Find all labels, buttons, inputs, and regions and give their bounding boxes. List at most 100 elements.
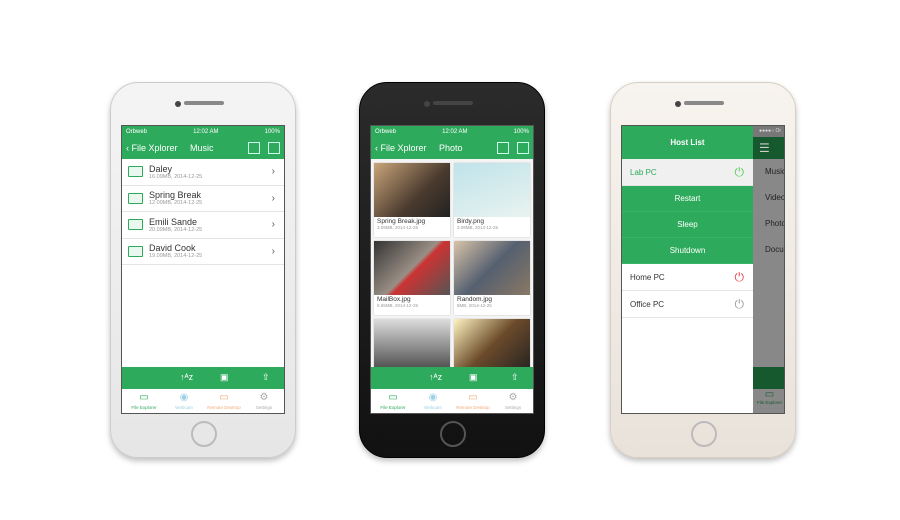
upload-icon[interactable]: ⇧ <box>511 372 519 383</box>
photo-tile[interactable]: Birdy.png 3.09MB, 2014-12-25 <box>454 163 530 237</box>
chevron-right-icon: › <box>271 245 275 257</box>
list-item[interactable]: Spring Break 12.09MB, 2014-12-25 › <box>122 186 284 212</box>
time: 12:02 AM <box>442 128 468 135</box>
phone-gold: ●●●●○ Or ☰ MusicVideoPhotoDocum ▭File Ex… <box>610 82 796 458</box>
screen-host-list: ●●●●○ Or ☰ MusicVideoPhotoDocum ▭File Ex… <box>621 125 785 414</box>
photo-meta: 3.09MB, 2014-12-25 <box>457 225 499 230</box>
back-button[interactable]: ‹ File Xplorer <box>126 143 178 153</box>
tab-label: File Explorer <box>756 400 783 405</box>
camera <box>675 101 681 107</box>
speaker <box>684 101 724 105</box>
tab-label: File Explorer <box>380 405 406 410</box>
grid-view-icon[interactable] <box>248 142 260 154</box>
photo-tile[interactable]: Spring Break.jpg 3.09MB, 2014-12-25 <box>374 163 450 237</box>
list-item[interactable]: Emili Sande 20.09MB, 2014-12-25 › <box>122 212 284 239</box>
shutdown-button[interactable]: Shutdown <box>622 238 753 264</box>
monitor-icon: ▭ <box>219 392 229 403</box>
page-title: Photo <box>439 143 463 153</box>
tab-webcam[interactable]: ◉ Webcam <box>164 392 204 410</box>
back-button[interactable]: ‹ File Xplorer <box>375 143 427 153</box>
photo-name: Spring Break.jpg <box>377 218 426 225</box>
tab-file-explorer[interactable]: ▭ File Explorer <box>373 392 413 410</box>
tab-remote-desktop[interactable]: ▭ Remote Desktop <box>204 392 244 410</box>
home-button[interactable] <box>691 421 717 447</box>
tab-label: Settings <box>504 405 522 410</box>
tab-bar: ▭ File Explorer ◉ Webcam ▭ Remote Desktop ⚙ Set… <box>122 389 284 413</box>
photo-meta: 3.09MB, 2014-12-25 <box>377 225 419 230</box>
tab-settings[interactable]: ⚙ Settings <box>244 392 284 410</box>
battery: 100% <box>513 128 529 135</box>
screen-photo: Orbweb 12:02 AM 100% ‹ File Xplorer Photo … <box>370 125 534 414</box>
power-icon[interactable]: ⏻ <box>735 165 745 180</box>
status-bar: Orbweb 12:02 AM 100% <box>371 126 533 137</box>
home-button[interactable] <box>440 421 466 447</box>
restart-button[interactable]: Restart <box>622 186 753 212</box>
chevron-right-icon: › <box>271 192 275 204</box>
status-bar: Orbweb 12:02 AM 100% <box>122 126 284 137</box>
photo-name: MailBox.jpg <box>377 296 411 303</box>
new-folder-icon[interactable]: ▣ <box>469 372 478 383</box>
item-meta: 19.09MB, 2014-12-25 <box>149 253 203 260</box>
folder-icon: ▭ <box>388 392 398 403</box>
upload-icon[interactable]: ⇧ <box>262 372 270 383</box>
speaker <box>433 101 473 105</box>
photo-thumbnail <box>454 319 530 373</box>
camera <box>175 101 181 107</box>
list-item[interactable]: David Cook 19.09MB, 2014-12-25 › <box>122 239 284 265</box>
photo-thumbnail <box>374 163 450 217</box>
chevron-right-icon: › <box>271 219 275 231</box>
photo-thumbnail <box>454 241 530 295</box>
photo-meta: 5.65MB, 2014-12-25 <box>377 303 419 308</box>
tab-webcam[interactable]: ◉ Webcam <box>413 392 453 410</box>
tab-label: Webcam <box>424 405 442 410</box>
photo-thumbnail <box>374 241 450 295</box>
home-button[interactable] <box>191 421 217 447</box>
sort-az-icon[interactable]: ↑ᴬz <box>180 372 193 382</box>
menu-item: Docum <box>765 245 784 254</box>
new-folder-icon[interactable]: ▣ <box>220 372 229 383</box>
carrier: Orbweb <box>375 128 397 135</box>
menu-item: Music <box>765 167 785 176</box>
host-row[interactable]: Office PC ⏻ <box>622 291 753 318</box>
tab-label: Settings <box>255 405 273 410</box>
item-name: Spring Break <box>149 190 202 201</box>
gear-icon: ⚙ <box>508 392 518 403</box>
folder-icon: ▭ <box>764 389 775 400</box>
power-icon[interactable]: ⏻ <box>735 270 745 285</box>
list-item[interactable]: Daley 16.09MB, 2014-12-25 › <box>122 159 284 186</box>
photo-thumbnail <box>374 319 450 373</box>
menu-icon[interactable]: ☰ <box>753 137 784 159</box>
checkbox-icon[interactable] <box>517 142 529 154</box>
host-name: Home PC <box>630 272 665 282</box>
dimmed-background: ●●●●○ Or ☰ MusicVideoPhotoDocum ▭File Ex… <box>753 126 785 413</box>
nav-bar: ‹ File Xplorer Photo <box>371 137 533 159</box>
sort-az-icon[interactable]: ↑ᴬz <box>429 372 442 382</box>
webcam-icon: ◉ <box>428 392 438 403</box>
monitor-icon: ▭ <box>468 392 478 403</box>
tab-settings[interactable]: ⚙ Settings <box>493 392 533 410</box>
host-row[interactable]: Lab PC ⏻ <box>622 159 753 186</box>
list-view-icon[interactable] <box>497 142 509 154</box>
tab-remote-desktop[interactable]: ▭ Remote Desktop <box>453 392 493 410</box>
photo-thumbnail <box>454 163 530 217</box>
webcam-icon: ◉ <box>179 392 189 403</box>
phone-white: Orbweb 12:02 AM 100% ‹ File Xplorer Music … <box>110 82 296 458</box>
sleep-button[interactable]: Sleep <box>622 212 753 238</box>
folder-icon <box>128 245 143 257</box>
nav-bar: ‹ File Xplorer Music <box>122 137 284 159</box>
checkbox-icon[interactable] <box>268 142 280 154</box>
power-icon[interactable]: ⏻ <box>735 297 745 312</box>
item-meta: 20.09MB, 2014-12-25 <box>149 226 203 233</box>
host-list-drawer: Host List Lab PC ⏻ Restart Sleep Shutdown… <box>622 126 753 413</box>
toolbar: ↑ᴬz ▣ ⇧ <box>122 367 284 389</box>
tab-file-explorer[interactable]: ▭ File Explorer <box>124 392 164 410</box>
drawer-title: Host List <box>622 126 753 159</box>
item-name: Emili Sande <box>149 216 198 227</box>
host-row[interactable]: Home PC ⏻ <box>622 264 753 291</box>
photo-tile[interactable]: Random.jpg 8MB, 2014-12-25 <box>454 241 530 315</box>
screen-music: Orbweb 12:02 AM 100% ‹ File Xplorer Music … <box>121 125 285 414</box>
photo-tile[interactable]: MailBox.jpg 5.65MB, 2014-12-25 <box>374 241 450 315</box>
phone-black: Orbweb 12:02 AM 100% ‹ File Xplorer Photo … <box>359 82 545 458</box>
back-label: File Xplorer <box>131 143 178 153</box>
tab-label: Remote Desktop <box>456 405 490 410</box>
